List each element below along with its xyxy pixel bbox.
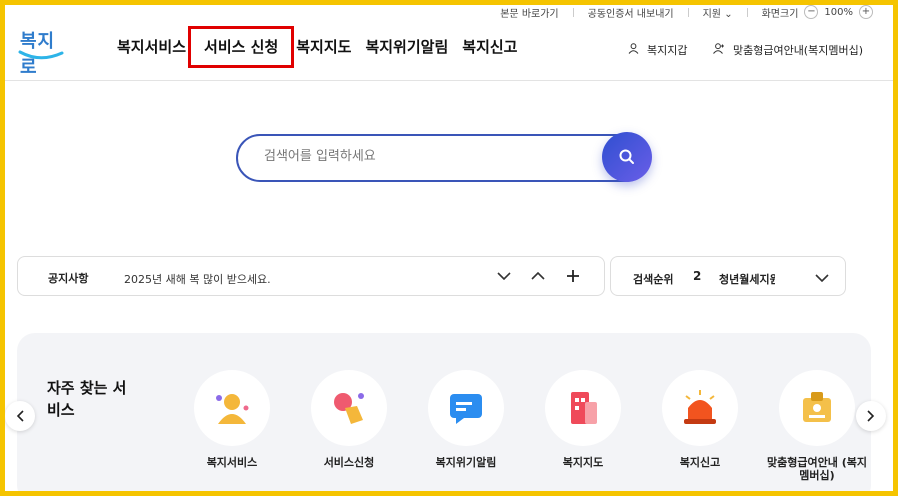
service-label: 복지신고 [679, 456, 721, 469]
cert-export-link[interactable]: 공동인증서 내보내기 [588, 5, 674, 20]
quick-services-panel: 자주 찾는 서비스 복지서비스 서비스신청 복지위기알림 복지지도 복지신고 맞… [17, 333, 872, 491]
building-icon [571, 392, 597, 424]
notice-next-button[interactable] [494, 266, 514, 286]
carousel-next-button[interactable] [856, 401, 886, 431]
service-icon-circle [428, 370, 504, 446]
search-rank-keyword[interactable]: 청년월세지원 [719, 271, 775, 287]
service-label: 서비스신청 [323, 456, 375, 469]
service-icon-circle [779, 370, 855, 446]
notice-title: 공지사항 [48, 272, 89, 285]
page-frame: 본문 바로가기 공동인증서 내보내기 지원 ⌄ 화면크기 − 100% + 복지… [0, 0, 898, 496]
search-rank-expand-button[interactable] [815, 267, 829, 286]
person-icon [216, 394, 249, 424]
custom-benefit-label: 맞춤형급여안내(복지멤버십) [732, 44, 863, 57]
chevron-down-icon [497, 272, 511, 280]
divider [746, 7, 748, 17]
service-icon-circle [311, 370, 387, 446]
service-icon-circle [662, 370, 738, 446]
zoom-value: 100% [824, 6, 853, 18]
search-input[interactable] [262, 148, 566, 165]
search-rank-bar: 검색순위 2 청년월세지원 [610, 256, 846, 296]
notice-bar: 공지사항 2025년 새해 복 많이 받으세요. [17, 256, 605, 296]
service-label: 복지위기알림 [435, 456, 497, 469]
notice-text[interactable]: 2025년 새해 복 많이 받으세요. [124, 271, 271, 287]
search-box [236, 134, 650, 182]
chevron-down-icon [815, 274, 829, 283]
search-button[interactable] [602, 132, 652, 182]
service-label: 복지지도 [562, 456, 604, 469]
logo-swoosh-icon [18, 50, 64, 60]
utility-bar: 본문 바로가기 공동인증서 내보내기 지원 ⌄ 화면크기 − 100% + [500, 5, 873, 20]
quick-service-item[interactable]: 서비스신청 [294, 370, 404, 469]
welfare-wallet-label: 복지지갑 [646, 44, 688, 57]
siren-icon [684, 390, 716, 424]
chevron-left-icon [16, 410, 24, 422]
chevron-right-icon [867, 410, 875, 422]
language-select[interactable]: 지원 ⌄ [703, 5, 733, 20]
service-icon-circle [194, 370, 270, 446]
nav-item-crisis-alert[interactable]: 복지위기알림 [358, 35, 455, 59]
user-plus-icon [713, 43, 725, 54]
search-rank-number: 2 [693, 269, 702, 283]
main-nav: 복지서비스 서비스 신청 복지지도 복지위기알림 복지신고 [110, 26, 524, 68]
divider [687, 7, 689, 17]
quick-service-item[interactable]: 복지지도 [528, 370, 638, 469]
nav-item-welfare-service[interactable]: 복지서비스 [110, 35, 193, 59]
search-rank-title: 검색순위 [633, 273, 674, 286]
language-label: 지원 [702, 8, 722, 20]
quick-service-item[interactable]: 맞춤형급여안내 (복지멤버십) [762, 370, 872, 482]
nav-item-welfare-map[interactable]: 복지지도 [289, 35, 358, 59]
id-card-icon [803, 392, 831, 422]
header-divider [5, 80, 893, 81]
search-icon [619, 149, 634, 164]
chat-bubble-icon [450, 394, 482, 424]
service-icon-circle [545, 370, 621, 446]
chevron-up-icon [531, 272, 545, 280]
welfare-wallet-link[interactable]: 복지지갑 [628, 42, 687, 58]
quick-service-item[interactable]: 복지서비스 [177, 370, 287, 469]
carousel-prev-button[interactable] [5, 401, 35, 431]
notice-more-button[interactable] [563, 266, 583, 286]
user-icon [629, 43, 639, 54]
skip-to-content-link[interactable]: 본문 바로가기 [500, 5, 558, 20]
nav-item-welfare-report[interactable]: 복지신고 [455, 35, 524, 59]
zoom-label: 화면크기 [761, 8, 799, 20]
quick-services-title: 자주 찾는 서비스 [47, 379, 127, 419]
header-right: 복지지갑 맞춤형급여안내(복지멤버십) [628, 42, 863, 58]
zoom-control: 화면크기 − 100% + [762, 5, 873, 20]
hand-click-icon [334, 393, 364, 424]
logo[interactable]: 복지로 [18, 27, 66, 78]
nav-item-service-apply[interactable]: 서비스 신청 [187, 26, 295, 68]
service-label: 복지서비스 [206, 456, 258, 469]
service-label: 맞춤형급여안내 (복지멤버십) [767, 456, 867, 482]
zoom-out-button[interactable]: − [804, 5, 819, 19]
quick-service-item[interactable]: 복지위기알림 [411, 370, 521, 469]
divider [572, 7, 574, 17]
notice-prev-button[interactable] [528, 266, 548, 286]
custom-benefit-link[interactable]: 맞춤형급여안내(복지멤버십) [713, 42, 863, 58]
zoom-in-button[interactable]: + [859, 5, 873, 19]
chevron-down-icon: ⌄ [724, 8, 733, 20]
plus-icon [567, 270, 579, 282]
quick-service-item[interactable]: 복지신고 [645, 370, 755, 469]
